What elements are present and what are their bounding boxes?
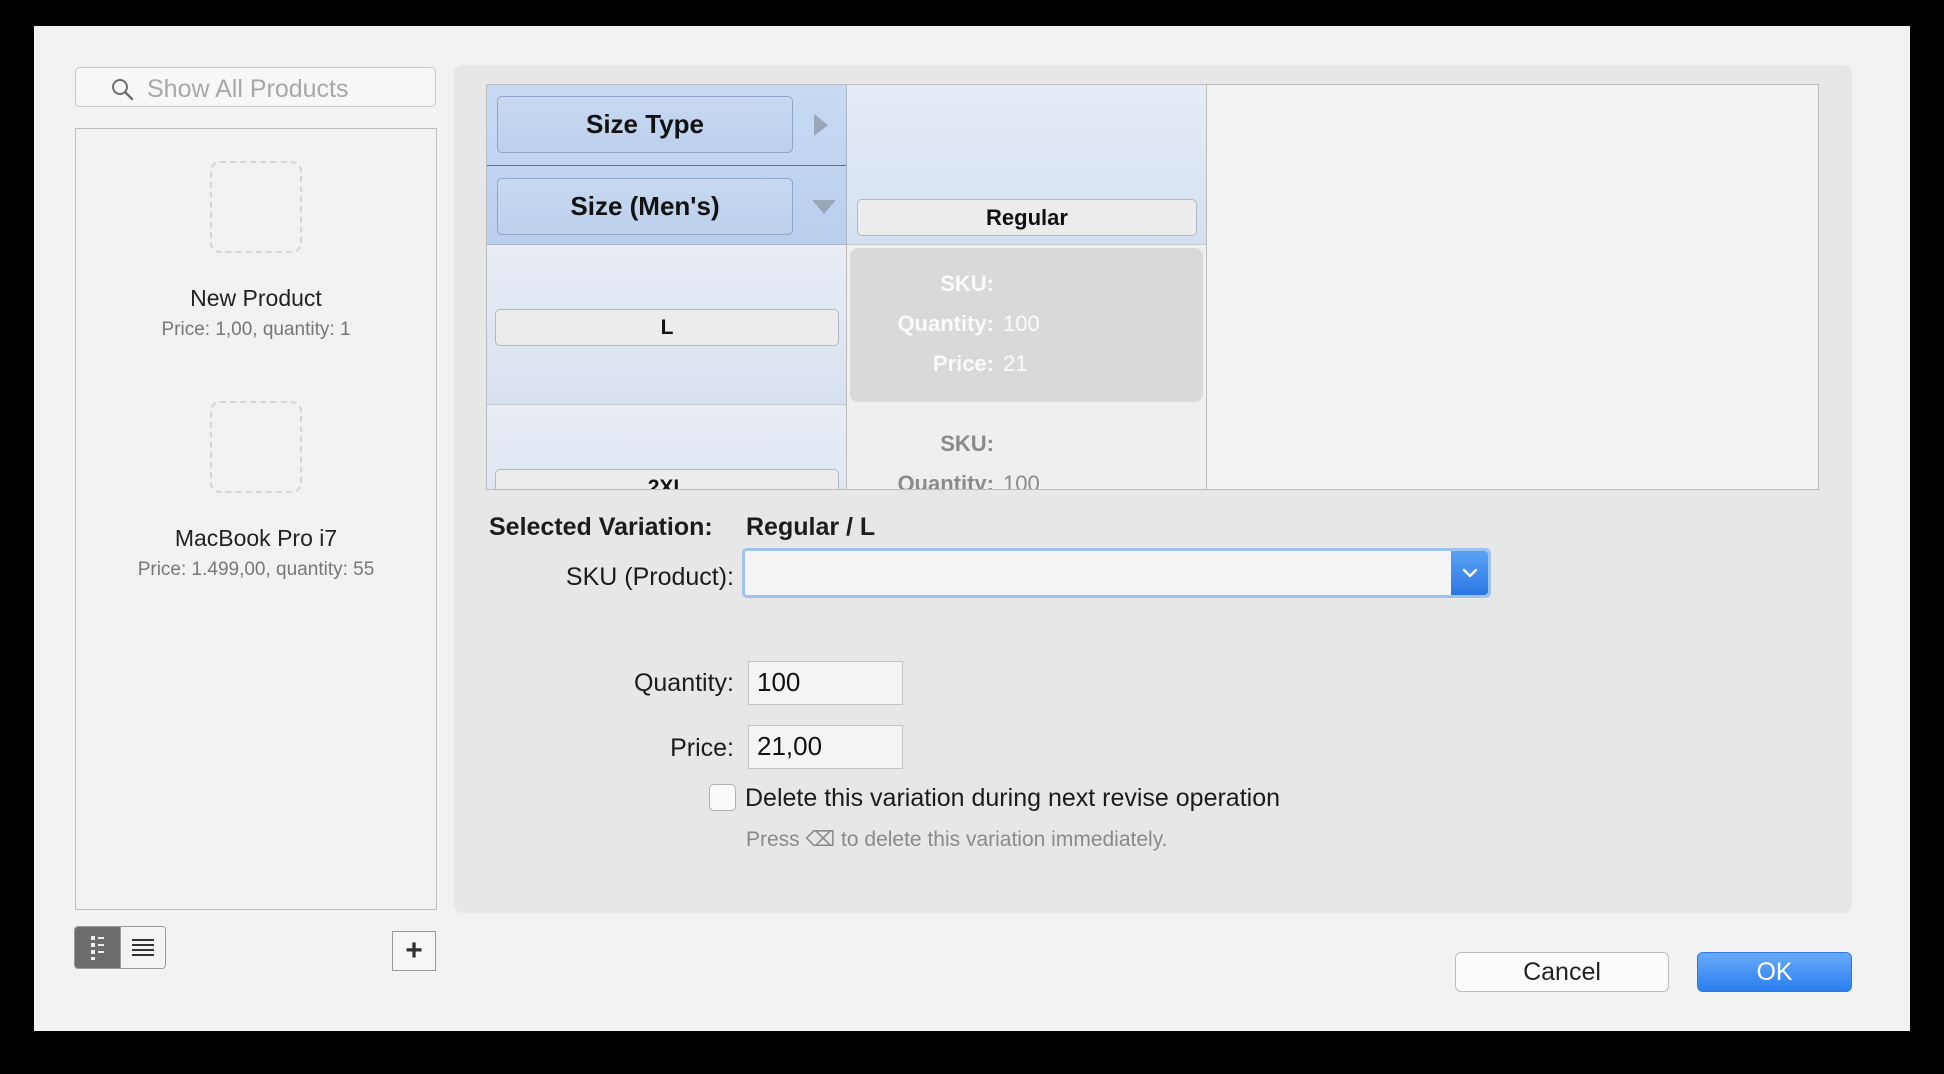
- price-field[interactable]: 21,00: [748, 725, 903, 769]
- sku-key: SKU:: [940, 271, 994, 296]
- list-view-icon: [131, 938, 154, 956]
- product-name: MacBook Pro i7: [174, 525, 338, 551]
- delete-hint-text: Press ⌫ to delete this variation immedia…: [746, 828, 1168, 851]
- price-value: 21: [1003, 351, 1028, 376]
- quantity-value: 100: [1003, 471, 1040, 490]
- selected-variation-label: Selected Variation:: [489, 513, 713, 541]
- cancel-button[interactable]: Cancel: [1455, 952, 1669, 992]
- search-placeholder: Show All Products: [147, 75, 349, 103]
- grid-view-button[interactable]: [75, 927, 120, 968]
- price-key: Price:: [932, 351, 994, 376]
- add-product-button[interactable]: +: [392, 931, 436, 971]
- delete-variation-label[interactable]: Delete this variation during next revise…: [745, 784, 1280, 813]
- column-tag-regular[interactable]: Regular: [857, 199, 1197, 236]
- list-view-button[interactable]: [119, 927, 165, 968]
- sku-combobox[interactable]: [742, 548, 1491, 598]
- grid-view-icon: [91, 935, 105, 960]
- variation-cell-regular-2xl[interactable]: SKU: Quantity: 100: [847, 405, 1207, 490]
- product-info: Price: 1.499,00, quantity: 55: [137, 559, 375, 580]
- row-tag-l[interactable]: L: [495, 309, 839, 346]
- sku-dropdown-button[interactable]: [1451, 551, 1488, 595]
- product-item-new-product[interactable]: New Product Price: 1,00, quantity: 1: [76, 161, 436, 341]
- view-mode-toggle: [74, 926, 166, 969]
- variation-cell-regular-l[interactable]: SKU: Quantity: 100 Price: 21: [847, 245, 1207, 405]
- delete-variation-checkbox[interactable]: [709, 784, 736, 811]
- dimension-header: Size Type Size (Men's): [487, 85, 847, 245]
- sku-key: SKU:: [940, 431, 994, 456]
- sku-label: SKU (Product):: [565, 563, 734, 591]
- row-tag-2xl[interactable]: 2XL: [495, 469, 839, 489]
- chevron-down-icon: [1462, 568, 1477, 578]
- price-label: Price:: [670, 734, 734, 762]
- quantity-value: 100: [1003, 311, 1040, 336]
- selected-variation-value: Regular / L: [746, 513, 876, 541]
- size-type-dimension-button[interactable]: Size Type: [497, 96, 793, 153]
- quantity-key: Quantity:: [897, 311, 994, 336]
- search-icon: [112, 79, 134, 101]
- header-divider: [487, 165, 846, 166]
- product-info: Price: 1,00, quantity: 1: [161, 319, 351, 340]
- row-header-l: L: [487, 245, 847, 405]
- product-thumbnail-placeholder: [210, 161, 302, 253]
- quantity-key: Quantity:: [897, 471, 994, 490]
- product-list[interactable]: New Product Price: 1,00, quantity: 1 Mac…: [75, 128, 437, 910]
- triangle-right-icon[interactable]: [813, 113, 829, 137]
- triangle-down-icon[interactable]: [811, 199, 837, 215]
- search-field[interactable]: Show All Products: [75, 67, 436, 107]
- product-thumbnail-placeholder: [210, 401, 302, 493]
- product-item-macbook-pro[interactable]: MacBook Pro i7 Price: 1.499,00, quantity…: [76, 401, 436, 581]
- column-header-regular: Regular: [847, 85, 1207, 245]
- variation-grid[interactable]: Size Type Size (Men's) Regular L SKU: Qu…: [486, 84, 1819, 490]
- quantity-field[interactable]: 100: [748, 661, 903, 705]
- quantity-label: Quantity:: [633, 669, 734, 697]
- product-name: New Product: [190, 285, 322, 311]
- size-mens-dimension-button[interactable]: Size (Men's): [497, 178, 793, 235]
- ok-button[interactable]: OK: [1697, 952, 1852, 992]
- row-header-2xl: 2XL: [487, 405, 847, 489]
